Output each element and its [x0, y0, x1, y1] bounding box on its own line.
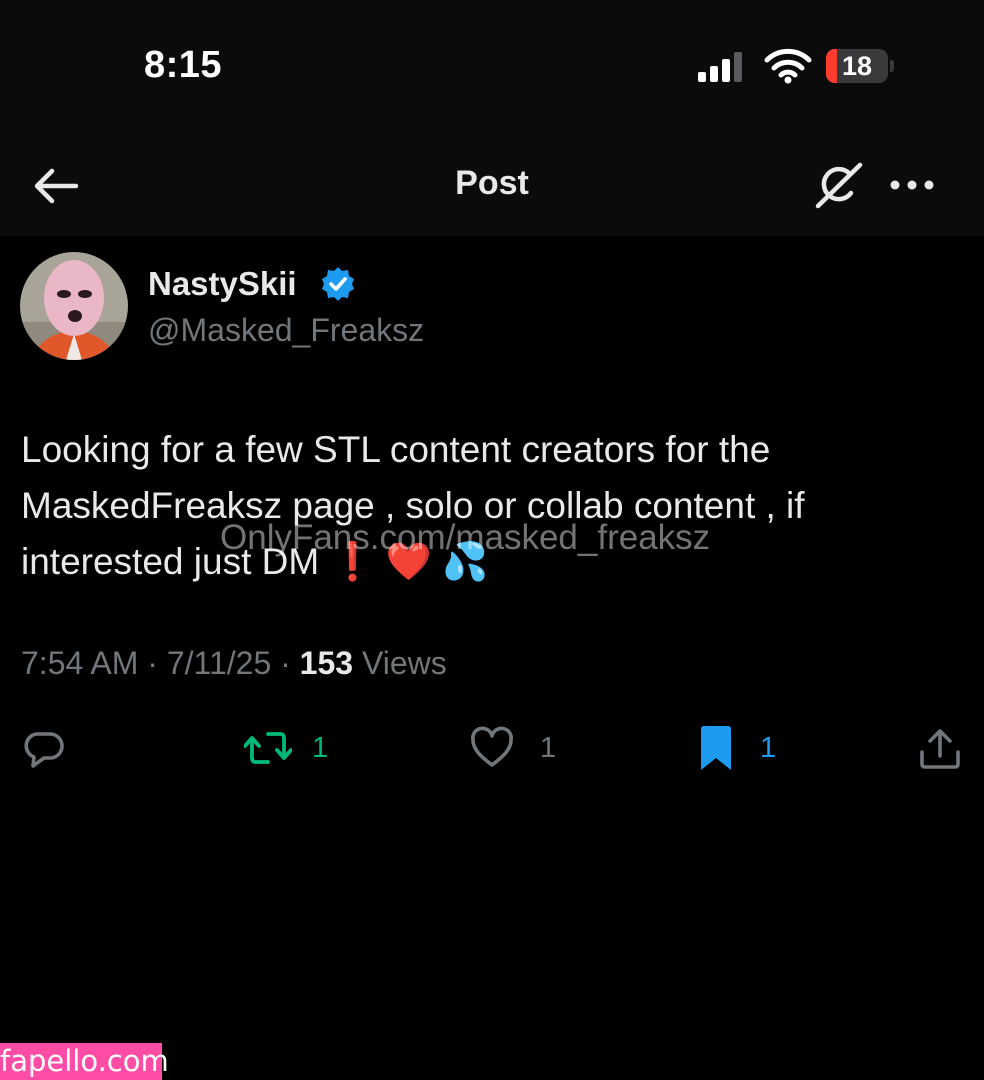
post-meta: 7:54 AM · 7/11/25 · 153 Views	[21, 645, 447, 682]
post-time: 7:54 AM	[21, 645, 139, 681]
post-body: Looking for a few STL content creators f…	[21, 422, 951, 590]
grok-icon[interactable]	[810, 160, 866, 212]
bookmark-count: 1	[760, 731, 777, 764]
bookmark-icon	[701, 726, 731, 770]
action-bar: 1 1 1	[0, 720, 984, 776]
repost-count: 1	[312, 731, 329, 764]
status-time: 8:15	[144, 44, 223, 86]
battery-icon: 18	[826, 49, 888, 83]
meta-separator: ·	[147, 645, 158, 681]
heart-emoji: ❤️	[385, 540, 432, 583]
status-bar: 8:15 18	[0, 0, 984, 130]
like-count: 1	[540, 731, 557, 764]
sweat-droplets-emoji: 💦	[442, 540, 489, 583]
battery-level: 18	[841, 51, 873, 81]
share-button[interactable]	[918, 720, 962, 776]
exclamation-emoji: ❗	[329, 540, 376, 583]
author-display-name[interactable]: NastySkii	[148, 265, 297, 303]
verified-badge-icon	[322, 267, 354, 301]
arrow-left-icon[interactable]	[30, 162, 82, 210]
like-button[interactable]: 1	[470, 720, 556, 776]
repost-icon	[244, 732, 292, 764]
wifi-icon	[764, 48, 812, 84]
views-label: Views	[361, 645, 447, 681]
views-count[interactable]: 153	[300, 645, 353, 681]
battery-cap	[890, 60, 894, 72]
reply-icon	[24, 732, 64, 768]
repost-button[interactable]: 1	[244, 720, 328, 776]
share-icon	[920, 729, 960, 769]
more-horizontal-icon[interactable]	[886, 170, 938, 200]
bookmark-button[interactable]: 1	[698, 720, 776, 776]
cellular-signal-icon	[698, 52, 742, 82]
meta-separator: ·	[280, 645, 291, 681]
author-handle[interactable]: @Masked_Freaksz	[148, 312, 424, 349]
post-date[interactable]: 7/11/25	[167, 645, 271, 681]
battery-indicator: 18	[826, 49, 894, 83]
reply-button[interactable]	[22, 720, 66, 776]
site-watermark-badge: fapello.com	[0, 1043, 169, 1080]
avatar[interactable]	[20, 252, 128, 360]
avatar-image	[20, 252, 128, 360]
heart-icon	[471, 726, 513, 767]
post-header: Post	[0, 130, 984, 236]
